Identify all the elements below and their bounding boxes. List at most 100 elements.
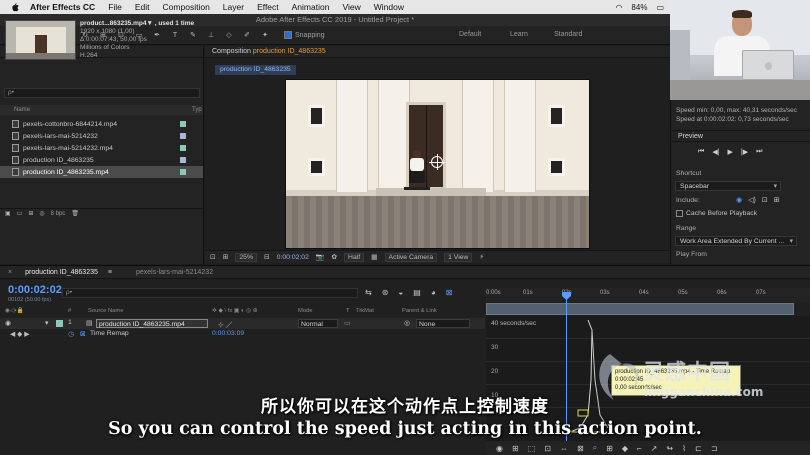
column-parent[interactable]: Parent & Link [402, 308, 437, 314]
play-icon[interactable]: ▶ [728, 148, 733, 156]
graph-editor-icon[interactable]: ⊠ [446, 288, 453, 297]
auto-zoom-icon[interactable]: ⇔ [560, 444, 568, 453]
project-item[interactable]: pexels-cottonbro-6844214.mp4 [0, 118, 203, 130]
composition-breadcrumb[interactable]: production ID_4863235 [215, 65, 296, 75]
grid-icon[interactable]: ⊟ [264, 253, 270, 261]
fast-previews-icon[interactable]: ⚡ [479, 253, 484, 261]
composition-viewer[interactable] [285, 79, 590, 249]
view-layout-dropdown[interactable]: 1 View [444, 252, 473, 262]
label-color-chip[interactable] [180, 169, 186, 175]
shy-layers-icon[interactable]: ◒ [398, 288, 403, 297]
menu-file[interactable]: File [108, 2, 122, 12]
layer-switch-icons[interactable]: ⊹ ／ [218, 319, 232, 329]
magnification-dropdown[interactable]: 25% [235, 252, 258, 262]
menu-effect[interactable]: Effect [257, 2, 279, 12]
label-color-chip[interactable] [180, 133, 186, 139]
composition-tab[interactable]: Composition production ID_4863235 [205, 46, 670, 58]
menu-app-name[interactable]: After Effects CC [30, 2, 95, 12]
project-item[interactable]: pexels-lars-mai-5214232.mp4 [0, 142, 203, 154]
overlays-icon[interactable]: ⊡ [762, 196, 768, 204]
linear-keyframe-icon[interactable]: ↗ [651, 444, 658, 453]
blend-mode-dropdown[interactable]: Normal [298, 319, 338, 328]
trash-icon[interactable]: 🗑 [71, 210, 79, 217]
color-channel-icon[interactable]: ✿ [331, 253, 337, 261]
column-t[interactable]: T [346, 308, 350, 314]
snapping-checkbox[interactable] [284, 31, 292, 39]
camera-dropdown[interactable]: Active Camera [384, 252, 438, 262]
ease-out-icon[interactable]: ⊐ [711, 444, 718, 453]
next-frame-icon[interactable]: |▶ [741, 148, 748, 156]
project-item[interactable]: pexels-lars-mai-5214232 [0, 130, 203, 142]
separate-dimensions-icon[interactable]: ⊞ [606, 444, 613, 453]
layer-name[interactable]: production ID_4863235.mp4 [96, 319, 208, 328]
current-time-display[interactable]: 0:00:02:02 [277, 254, 309, 261]
new-composition-icon[interactable]: ⊞ [28, 210, 33, 217]
snapping-toggle[interactable]: Snapping [284, 31, 325, 39]
work-area-bar[interactable] [486, 303, 794, 315]
project-item[interactable]: production ID_4863235 [0, 154, 203, 166]
video-eye-icon[interactable]: ◉ [736, 196, 742, 204]
project-item-selected[interactable]: production ID_4863235.mp4 [0, 166, 203, 178]
preserve-transparency-checkbox[interactable]: ▭ [344, 319, 350, 327]
time-remap-value[interactable]: 0:00:03:09 [212, 330, 244, 337]
always-preview-icon[interactable]: ⊡ [210, 253, 216, 261]
eraser-tool-icon[interactable]: ◇ [224, 30, 234, 40]
motion-blur-icon[interactable]: ◕ [431, 288, 436, 297]
visibility-eye-icon[interactable]: ◉ [5, 319, 11, 327]
panel-menu-icon[interactable]: ≡ [108, 269, 112, 276]
fit-all-icon[interactable]: ⌕ [593, 443, 597, 453]
composition-mini-flowchart-icon[interactable]: ⇆ [365, 288, 372, 297]
layer-row[interactable]: ◉ ▾ 1 ▤ production ID_4863235.mp4 ⊹ ／ No… [0, 318, 485, 329]
parent-dropdown[interactable]: None [416, 319, 470, 328]
hold-keyframe-icon[interactable]: ⌐ [637, 444, 642, 453]
close-icon[interactable]: × [8, 269, 12, 276]
av-switches-icon[interactable]: ◉◁•🔒 [5, 308, 24, 314]
audio-icon[interactable]: ◁) [748, 196, 756, 204]
label-color-chip[interactable] [180, 145, 186, 151]
menu-window[interactable]: Window [374, 2, 404, 12]
puppet-tool-icon[interactable]: ✦ [260, 30, 270, 40]
column-trkmat[interactable]: TrkMat [356, 308, 374, 314]
previous-frame-icon[interactable]: ◀| [712, 148, 719, 156]
bit-depth-label[interactable]: 8 bpc [51, 211, 66, 217]
timeline-current-time[interactable]: 0:00:02:02 [8, 284, 62, 296]
wifi-icon[interactable]: ◠ [615, 3, 622, 12]
interpret-footage-icon[interactable]: ▣ [5, 210, 11, 217]
column-source-name[interactable]: Source Name [88, 308, 123, 314]
layer-label-color[interactable] [56, 320, 63, 327]
menu-edit[interactable]: Edit [135, 2, 150, 12]
transparency-grid-icon[interactable]: ▦ [371, 253, 377, 261]
menu-composition[interactable]: Composition [163, 2, 210, 12]
time-remap-property[interactable]: ◀ ◆ ▶ ◷ ⊠ Time Remap 0:00:03:09 [0, 330, 485, 340]
clone-stamp-tool-icon[interactable]: ⊥ [206, 30, 216, 40]
new-folder-icon[interactable]: ▭ [17, 210, 23, 217]
draft-3d-icon[interactable]: ⊛ [382, 288, 389, 297]
battery-icon[interactable]: ▭ [656, 3, 664, 12]
shortcut-dropdown[interactable]: Spacebar ▾ [675, 181, 781, 191]
edit-keyframe-icon[interactable]: ◆ [622, 444, 628, 453]
layer-controls-icon[interactable]: ⊞ [774, 196, 780, 204]
preview-tab[interactable]: Preview [670, 130, 810, 142]
snap-icon[interactable]: ⊡ [544, 444, 551, 453]
graph-toggle-icon[interactable]: ⊠ [80, 330, 86, 338]
column-name[interactable]: Name [14, 107, 30, 113]
timeline-tab-inactive[interactable]: pexels-lars-mai-5214232 [136, 269, 213, 276]
roto-brush-tool-icon[interactable]: ✐ [242, 30, 252, 40]
stopwatch-icon[interactable]: ◷ [68, 330, 74, 338]
expand-chevron-icon[interactable]: ▾ [45, 319, 48, 327]
snapshot-icon[interactable]: 📷 [316, 253, 324, 261]
cache-checkbox[interactable] [676, 210, 683, 217]
first-frame-icon[interactable]: ⏮ [698, 148, 704, 156]
show-properties-icon[interactable]: ◉ [496, 444, 503, 453]
workspace-learn[interactable]: Learn [510, 31, 528, 38]
ease-in-icon[interactable]: ⊏ [695, 444, 702, 453]
timeline-search-input[interactable]: ρ• [62, 288, 358, 298]
frame-blending-icon[interactable]: ▤ [413, 288, 421, 297]
menu-view[interactable]: View [342, 2, 360, 12]
column-mode[interactable]: Mode [298, 308, 313, 314]
apple-logo-icon[interactable] [10, 2, 20, 12]
project-settings-icon[interactable]: ◎ [39, 210, 44, 217]
workspace-default[interactable]: Default [459, 31, 481, 38]
auto-bezier-icon[interactable]: ↬ [666, 444, 673, 453]
graph-options-icon[interactable]: ⊞ [512, 444, 519, 453]
